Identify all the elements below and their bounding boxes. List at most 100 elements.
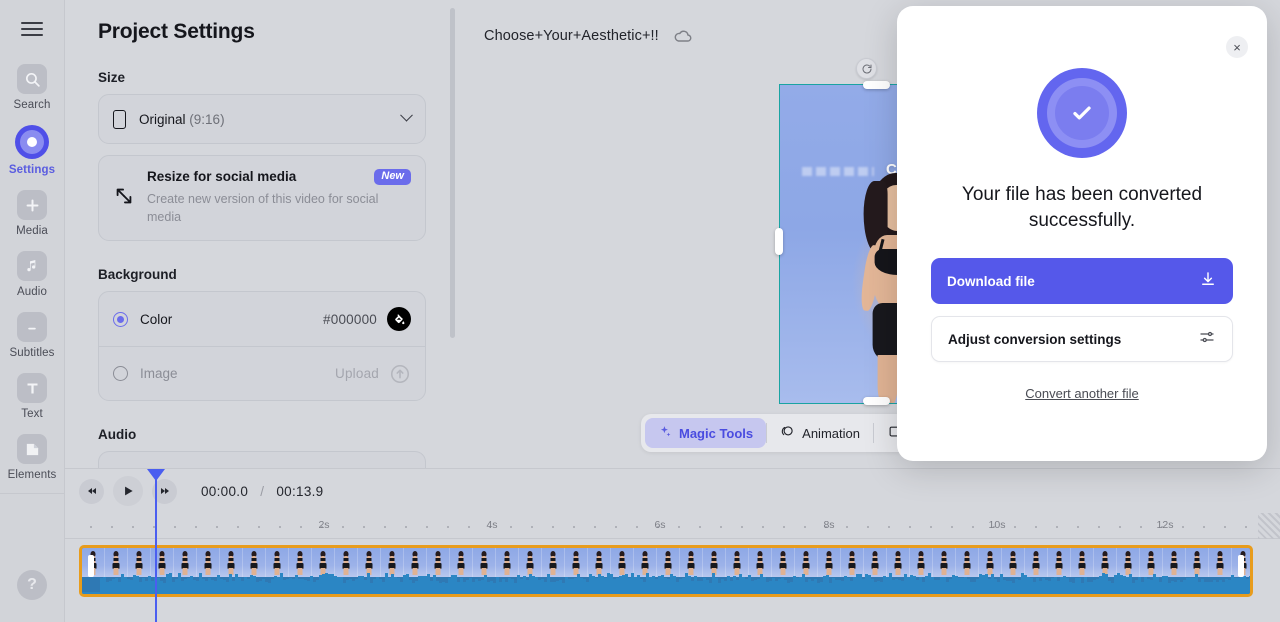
- resize-handle-bottom[interactable]: [863, 397, 890, 405]
- ruler-tick: [111, 526, 113, 528]
- shapes-icon: [17, 434, 47, 464]
- upload-cloud-icon[interactable]: [389, 363, 411, 385]
- sidebar-item-subtitles[interactable]: Subtitles: [0, 304, 64, 365]
- ruler-tick: [762, 526, 764, 528]
- sidebar-item-label: Text: [21, 408, 43, 420]
- clip-thumbnail: [243, 548, 266, 577]
- music-note-icon: [17, 251, 47, 281]
- playhead[interactable]: [147, 469, 165, 622]
- background-image-value: Upload: [335, 366, 379, 382]
- play-icon[interactable]: [113, 476, 143, 506]
- panel-scrollbar-thumb[interactable]: [450, 8, 455, 338]
- clip-thumbnail: [772, 548, 795, 577]
- audio-card-clipped[interactable]: [98, 451, 426, 468]
- clip-thumbnail: [726, 548, 749, 577]
- background-image-row[interactable]: Image Upload: [99, 346, 425, 400]
- resize-handle-top[interactable]: [863, 81, 890, 89]
- clip-thumbnail: [427, 548, 450, 577]
- clip-thumbnail: [680, 548, 703, 577]
- color-picker-swatch[interactable]: [387, 307, 411, 332]
- ruler-tick: [510, 526, 512, 528]
- ruler-tick: [195, 526, 197, 528]
- ruler-tick: [888, 526, 890, 528]
- sidebar-item-audio[interactable]: Audio: [0, 243, 64, 304]
- ruler-label: 10s: [988, 519, 1006, 531]
- sidebar-item-label: Search: [13, 99, 51, 111]
- file-name[interactable]: Choose+Your+Aesthetic+!!: [484, 28, 659, 44]
- background-color-row[interactable]: Color #000000: [99, 292, 425, 346]
- background-color-label: Color: [140, 311, 173, 327]
- ruler-tick: [426, 526, 428, 528]
- clip-thumbnail: [519, 548, 542, 577]
- ruler-tick: [531, 526, 533, 528]
- clip-thumbnail: [749, 548, 772, 577]
- convert-another-file-link[interactable]: Convert another file: [1025, 386, 1138, 401]
- clip-thumbnail: [450, 548, 473, 577]
- clip-thumbnail: [933, 548, 956, 577]
- radio-color[interactable]: [113, 311, 128, 327]
- clip-thumbnail: [565, 548, 588, 577]
- ruler-tick: [1140, 526, 1142, 528]
- ruler-tick: [741, 526, 743, 528]
- ruler-tick: [1245, 526, 1247, 528]
- adjust-conversion-settings-button[interactable]: Adjust conversion settings: [931, 316, 1233, 363]
- timeline-panel: 00:00.0 / 00:13.9 2s 4s 6s 8s 10s 12s: [65, 468, 1280, 622]
- clip-thumbnail: [1025, 548, 1048, 577]
- ruler-tick: [1014, 526, 1016, 528]
- element-toolbar: Magic Tools Animation: [641, 414, 919, 452]
- external-link-icon: [113, 185, 135, 207]
- clip-thumbnail: [128, 548, 151, 577]
- ruler-end-hatch: [1258, 513, 1280, 539]
- sidebar-item-media[interactable]: Media: [0, 182, 64, 243]
- total-time: 00:13.9: [276, 483, 324, 499]
- size-select[interactable]: Original (9:16): [98, 94, 426, 144]
- help-icon[interactable]: ?: [17, 570, 47, 600]
- sidebar-item-search[interactable]: Search: [0, 56, 64, 117]
- clip-thumbnail: [818, 548, 841, 577]
- animation-button[interactable]: Animation: [767, 418, 873, 448]
- ruler-tick: [720, 526, 722, 528]
- file-header: Choose+Your+Aesthetic+!!: [484, 26, 693, 46]
- clip-thumbnail: [289, 548, 312, 577]
- clip-trim-handle-right[interactable]: [1238, 555, 1244, 577]
- resize-for-social-media-card[interactable]: Resize for social media New Create new v…: [98, 155, 426, 242]
- magic-tools-label: Magic Tools: [679, 425, 754, 441]
- sidebar-item-text[interactable]: Text: [0, 365, 64, 426]
- sidebar-item-label: Media: [16, 225, 48, 237]
- ruler-tick: [363, 526, 365, 528]
- download-file-button[interactable]: Download file: [931, 258, 1233, 305]
- cloud-sync-icon[interactable]: [673, 26, 693, 46]
- video-clip[interactable]: [79, 545, 1253, 597]
- ruler-tick: [300, 526, 302, 528]
- ruler-tick: [909, 526, 911, 528]
- waveform-bar: [1249, 575, 1250, 594]
- sidebar-items: Search Settings Media Audio Subtitles Te…: [0, 56, 64, 487]
- animation-label: Animation: [802, 425, 860, 441]
- rewind-icon[interactable]: [79, 478, 104, 504]
- clip-thumbnail: [1071, 548, 1094, 577]
- sidebar-item-label: Subtitles: [9, 347, 55, 359]
- ruler-tick: [552, 526, 554, 528]
- clip-thumbnail: [335, 548, 358, 577]
- background-section-label: Background: [98, 267, 177, 283]
- resize-handle-left[interactable]: [775, 228, 783, 255]
- hamburger-icon[interactable]: [21, 22, 43, 36]
- ruler-tick: [216, 526, 218, 528]
- sidebar-item-settings[interactable]: Settings: [0, 117, 64, 182]
- clip-trim-handle-left[interactable]: [88, 555, 94, 577]
- sidebar-item-elements[interactable]: Elements: [0, 426, 64, 487]
- clip-thumbnail: [473, 548, 496, 577]
- clip-thumbnail: [1163, 548, 1186, 577]
- rotate-handle-icon[interactable]: [856, 58, 877, 79]
- magic-tools-button[interactable]: Magic Tools: [645, 418, 767, 448]
- audio-section-label: Audio: [98, 427, 137, 443]
- subtitles-icon: [17, 312, 47, 342]
- size-section-label: Size: [98, 70, 126, 85]
- clip-thumbnail: [1117, 548, 1140, 577]
- background-image-label: Image: [140, 366, 178, 382]
- radio-image[interactable]: [113, 366, 128, 382]
- clip-thumbnail: [1048, 548, 1071, 577]
- timeline-ruler[interactable]: 2s 4s 6s 8s 10s 12s: [65, 513, 1280, 539]
- ruler-label: 8s: [823, 519, 835, 531]
- close-icon[interactable]: ×: [1226, 36, 1248, 58]
